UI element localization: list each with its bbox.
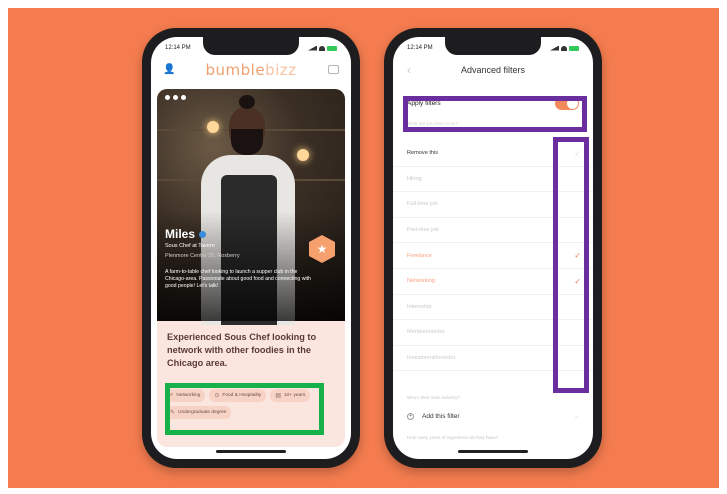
highlight-box-apply-filters bbox=[403, 96, 587, 132]
filter-label: Networking bbox=[407, 278, 435, 285]
person-beard bbox=[231, 129, 263, 155]
status-time: 12:14 PM bbox=[165, 45, 191, 51]
signal-icon bbox=[308, 45, 317, 51]
chat-icon[interactable] bbox=[328, 65, 339, 74]
plus-icon: + bbox=[407, 412, 414, 420]
profile-job-title: Sous Chef at Tavern bbox=[165, 243, 215, 249]
profile-name: Miles bbox=[165, 227, 196, 241]
profile-headline: Experienced Sous Chef looking to network… bbox=[167, 332, 317, 368]
home-indicator bbox=[216, 450, 286, 453]
phone-notch bbox=[203, 37, 299, 55]
lamp bbox=[297, 149, 309, 161]
add-filter-row[interactable]: + Add this filter ⌄ bbox=[407, 407, 579, 425]
page-title: Advanced filters bbox=[460, 65, 526, 75]
filter-label: Freelance bbox=[407, 252, 432, 259]
app-logo: bumblebizz bbox=[206, 61, 297, 79]
photo-pagination-dots bbox=[165, 95, 186, 100]
chevron-down-icon: ⌄ bbox=[573, 413, 579, 420]
filters-header: ‹ Advanced filters bbox=[393, 61, 593, 79]
filter-label: Remove this bbox=[407, 150, 439, 157]
person-hair bbox=[239, 95, 255, 109]
highlight-box-checkmarks bbox=[553, 137, 589, 393]
logo-main-text: bumble bbox=[205, 61, 266, 79]
filter-label: Full-time job bbox=[407, 201, 438, 208]
profile-bio: A farm-to-table chef looking to launch a… bbox=[165, 269, 311, 289]
add-filter-label: Add this filter bbox=[422, 412, 460, 420]
signal-icon bbox=[550, 45, 559, 51]
status-icons bbox=[550, 45, 579, 51]
profile-location: Plenmore Centre 25, Roxberry bbox=[165, 253, 240, 259]
app-header: 👤 bumblebizz bbox=[151, 59, 351, 81]
lamp bbox=[207, 121, 219, 133]
verified-icon bbox=[199, 230, 207, 238]
highlight-box-chips bbox=[165, 383, 324, 435]
status-icons bbox=[308, 45, 337, 51]
filter-label: Mentee/mentor bbox=[407, 329, 445, 336]
filter-label: Investment/investor bbox=[407, 355, 456, 362]
experience-question: How many years of experience do they hav… bbox=[407, 435, 499, 440]
filter-label: Part-time job bbox=[407, 227, 439, 234]
home-indicator bbox=[458, 450, 528, 453]
status-time: 12:14 PM bbox=[407, 45, 433, 51]
wifi-icon bbox=[561, 45, 567, 51]
back-arrow-icon[interactable]: ‹ bbox=[407, 63, 411, 77]
logo-suffix-text: bizz bbox=[265, 61, 297, 79]
background-canvas bbox=[8, 8, 719, 488]
industry-question: Who's their main industry? bbox=[407, 395, 460, 400]
filter-label: Hiring bbox=[407, 175, 422, 182]
name-row: Miles bbox=[165, 227, 207, 241]
battery-icon bbox=[569, 45, 579, 51]
wifi-icon bbox=[319, 45, 325, 51]
phone-notch bbox=[445, 37, 541, 55]
battery-icon bbox=[327, 45, 337, 51]
profile-icon[interactable]: 👤 bbox=[163, 64, 175, 76]
filter-label: Internship bbox=[407, 303, 432, 310]
